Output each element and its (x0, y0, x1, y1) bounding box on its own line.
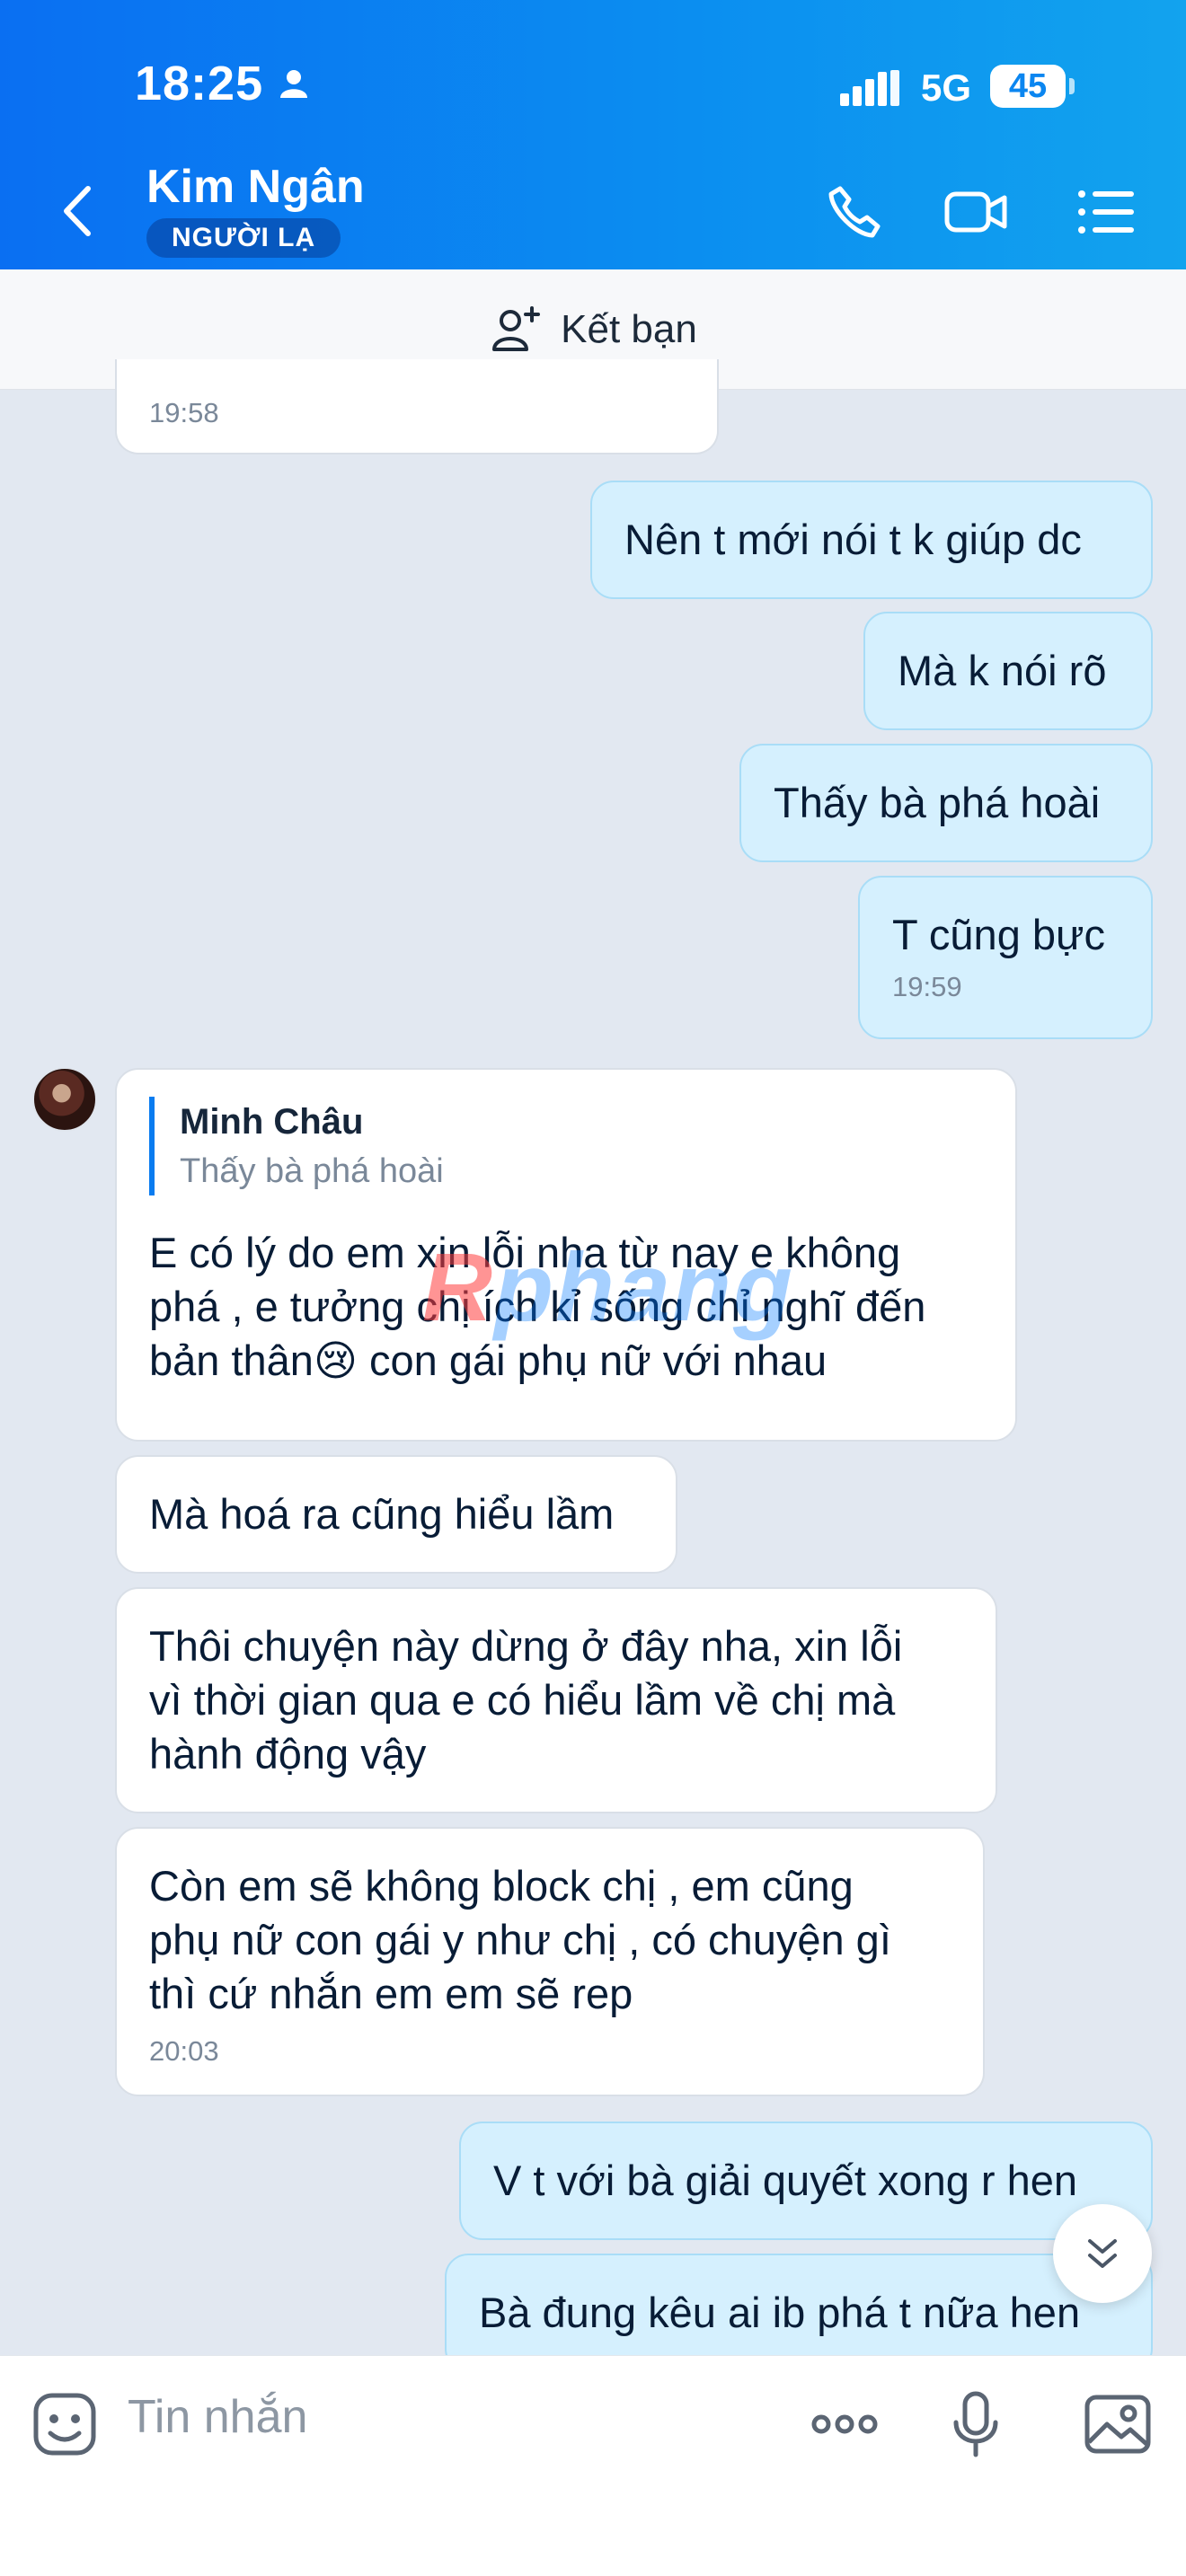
message-time: 19:59 (892, 971, 962, 1002)
message-text: Nên t mới nói t k giúp dc (624, 516, 1082, 563)
message-text: Mà hoá ra cũng hiểu lầm (149, 1490, 615, 1538)
message-input[interactable]: Tin nhắn (128, 2390, 307, 2444)
quoted-message[interactable]: Minh Châu Thấy bà phá hoài (149, 1097, 983, 1195)
message-text-line: phụ nữ con gái y như chị , có chuyện gì (149, 1916, 891, 1963)
status-time: 18:25 (135, 57, 264, 110)
message-bubble-outgoing[interactable]: Mà k nói rõ (863, 612, 1153, 730)
more-options-icon[interactable] (809, 2388, 881, 2460)
double-chevron-down-icon (1088, 2239, 1117, 2268)
message-text: V t với bà giải quyết xong r hen (493, 2157, 1078, 2204)
menu-list-icon[interactable] (1075, 180, 1139, 244)
message-input-bar: Tin nhắn (0, 2355, 1186, 2576)
chat-header: 18:25 5G 45 Kim Ngân NGƯỜI LẠ (0, 0, 1186, 269)
image-gallery-icon[interactable] (1082, 2388, 1154, 2460)
video-call-icon[interactable] (943, 180, 1008, 244)
message-bubble-outgoing[interactable]: Thấy bà phá hoài (739, 744, 1153, 862)
message-text-line: E có lý do em xin lỗi nha từ nay e không (149, 1229, 901, 1276)
add-friend-icon (492, 305, 541, 351)
battery-indicator: 45 (990, 65, 1066, 108)
message-time: 20:03 (149, 2035, 219, 2067)
message-text: Bà đung kêu ai ib phá t nữa hen (479, 2289, 1081, 2336)
network-type: 5G (921, 66, 972, 109)
stranger-badge: NGƯỜI LẠ (146, 218, 341, 258)
message-bubble-incoming[interactable]: 19:58 (115, 359, 719, 454)
sticker-emoji-icon[interactable] (29, 2388, 101, 2460)
message-bubble-incoming[interactable]: Mà hoá ra cũng hiểu lầm (115, 1455, 677, 1574)
quoted-text: Thấy bà phá hoài (180, 1152, 444, 1190)
message-text-line: Thôi chuyện này dừng ở đây nha, xin lỗi (149, 1622, 903, 1670)
quoted-sender: Minh Châu (180, 1102, 364, 1142)
message-bubble-incoming[interactable]: Thôi chuyện này dừng ở đây nha, xin lỗi … (115, 1587, 997, 1813)
sender-avatar[interactable] (32, 1067, 97, 1132)
message-text-line: phá , e tưởng chị ích kỉ sống chỉ nghĩ đ… (149, 1283, 926, 1330)
message-text-line: bản thân😢 con gái phụ nữ với nhau (149, 1337, 828, 1384)
message-text-line: Còn em sẽ không block chị , em cũng (149, 1862, 854, 1910)
add-friend-label: Kết bạn (561, 306, 697, 351)
focus-person-icon (280, 70, 307, 98)
message-bubble-outgoing[interactable]: V t với bà giải quyết xong r hen (459, 2122, 1153, 2240)
message-text-line: hành động vậy (149, 1730, 427, 1778)
battery-tip (1069, 78, 1075, 94)
message-bubble-outgoing[interactable]: Nên t mới nói t k giúp dc (590, 481, 1153, 599)
scroll-to-bottom-button[interactable] (1053, 2204, 1152, 2303)
message-bubble-incoming[interactable]: Còn em sẽ không block chị , em cũng phụ … (115, 1827, 985, 2096)
message-bubble-incoming-reply[interactable]: Minh Châu Thấy bà phá hoài E có lý do em… (115, 1068, 1017, 1442)
message-time: 19:58 (149, 397, 219, 428)
message-bubble-outgoing[interactable]: T cũng bực 19:59 (858, 876, 1153, 1039)
message-text: Mà k nói rõ (898, 647, 1107, 694)
signal-icon (840, 70, 899, 106)
message-text: T cũng bực (892, 911, 1105, 958)
message-text-line: vì thời gian qua e có hiểu lầm về chị mà (149, 1676, 896, 1724)
phone-call-icon[interactable] (822, 180, 887, 244)
microphone-icon[interactable] (940, 2388, 1012, 2460)
message-text-line: thì cứ nhắn em em sẽ rep (149, 1970, 633, 2017)
back-arrow-icon[interactable] (56, 180, 101, 243)
contact-name[interactable]: Kim Ngân (146, 160, 365, 214)
message-text: Thấy bà phá hoài (774, 779, 1101, 826)
